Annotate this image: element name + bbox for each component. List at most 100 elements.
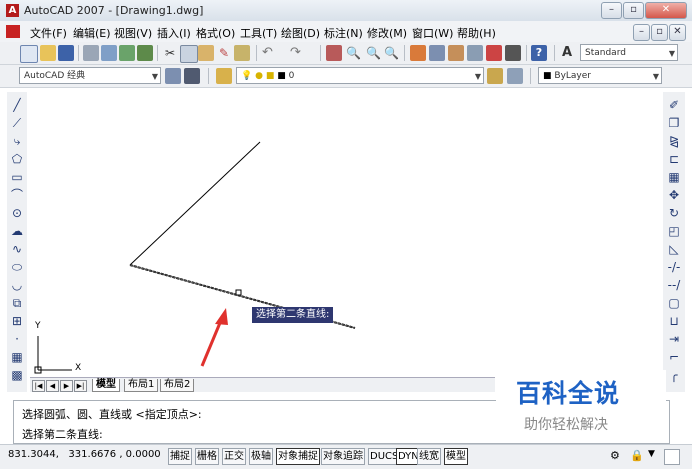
break-at-point-icon[interactable]: ▢ bbox=[667, 296, 681, 310]
circle-icon[interactable]: ⊙ bbox=[10, 206, 24, 220]
maximize-button[interactable]: ▫ bbox=[623, 2, 644, 19]
model-toggle[interactable]: 模型 bbox=[444, 448, 468, 465]
trim-icon[interactable]: -/- bbox=[667, 260, 681, 274]
last-tab-icon[interactable]: ▶| bbox=[74, 380, 87, 392]
menu-file[interactable]: 文件(F) bbox=[30, 25, 67, 41]
snap-toggle[interactable]: 捕捉 bbox=[168, 448, 192, 465]
make-block-icon[interactable]: ⊞ bbox=[10, 314, 24, 328]
menu-view[interactable]: 视图(V) bbox=[114, 25, 152, 41]
menu-format[interactable]: 格式(O) bbox=[196, 25, 235, 41]
communication-center-icon[interactable]: ⚙ bbox=[610, 449, 620, 462]
doc-close-button[interactable]: ✕ bbox=[669, 24, 686, 41]
color-dropdown[interactable]: ■ ByLayer ▼ bbox=[538, 67, 662, 84]
ellipse-arc-icon[interactable]: ◡ bbox=[10, 278, 24, 292]
sheet-set-icon[interactable] bbox=[467, 45, 483, 61]
insert-block-icon[interactable]: ⧉ bbox=[10, 296, 24, 310]
ellipse-icon[interactable]: ⬭ bbox=[10, 260, 24, 274]
copy-object-icon[interactable]: ❐ bbox=[667, 116, 681, 130]
lineweight-toggle[interactable]: 线宽 bbox=[417, 448, 441, 465]
open-icon[interactable] bbox=[40, 45, 56, 61]
text-style-dropdown[interactable]: Standard ▼ bbox=[580, 44, 678, 61]
scale-icon[interactable]: ◰ bbox=[667, 224, 681, 238]
extend-icon[interactable]: --/ bbox=[667, 278, 681, 292]
command-prompt-line[interactable]: 选择第二条直线: bbox=[22, 426, 103, 442]
match-properties-icon[interactable]: ✎ bbox=[216, 45, 232, 61]
make-current-layer-icon[interactable] bbox=[487, 68, 503, 84]
osnap-toggle[interactable]: 对象捕捉 bbox=[276, 448, 320, 465]
close-button[interactable]: ✕ bbox=[645, 2, 687, 19]
tab-layout2[interactable]: 布局2 bbox=[160, 379, 195, 392]
polyline-icon[interactable]: ⤷ bbox=[10, 134, 24, 148]
print-icon[interactable] bbox=[83, 45, 99, 61]
menu-insert[interactable]: 插入(I) bbox=[157, 25, 191, 41]
block-editor-icon[interactable] bbox=[234, 45, 250, 61]
markup-icon[interactable] bbox=[486, 45, 502, 61]
document-icon[interactable] bbox=[6, 25, 20, 38]
help-icon[interactable]: ? bbox=[531, 45, 547, 61]
chamfer-icon[interactable]: ⌐ bbox=[667, 350, 681, 364]
menu-draw[interactable]: 绘图(D) bbox=[281, 25, 320, 41]
revision-cloud-icon[interactable]: ☁ bbox=[10, 224, 24, 238]
cut-icon[interactable]: ✂ bbox=[162, 45, 178, 61]
doc-restore-button[interactable]: ▫ bbox=[651, 24, 668, 41]
pan-icon[interactable] bbox=[326, 45, 342, 61]
clean-screen-icon[interactable] bbox=[664, 449, 680, 465]
break-icon[interactable]: ⊔ bbox=[667, 314, 681, 328]
tool-palettes-icon[interactable] bbox=[448, 45, 464, 61]
autocad-app-icon[interactable]: A bbox=[6, 4, 19, 17]
zoom-window-icon[interactable]: 🔍 bbox=[366, 45, 382, 61]
rotate-icon[interactable]: ↻ bbox=[667, 206, 681, 220]
menu-dimension[interactable]: 标注(N) bbox=[324, 25, 363, 41]
publish-icon[interactable] bbox=[119, 45, 135, 61]
redo-icon[interactable]: ↷ bbox=[290, 45, 306, 61]
minimize-button[interactable]: – bbox=[601, 2, 622, 19]
drawing-area[interactable]: Y X 选择第二条直线: bbox=[30, 88, 663, 378]
hatch-icon[interactable]: ▦ bbox=[10, 350, 24, 364]
paste-icon[interactable] bbox=[198, 45, 214, 61]
tab-layout1[interactable]: 布局1 bbox=[124, 379, 159, 392]
workspace-settings-icon[interactable] bbox=[165, 68, 181, 84]
construction-line-icon[interactable]: ⟋ bbox=[10, 116, 24, 130]
plot-preview-icon[interactable] bbox=[101, 45, 117, 61]
move-icon[interactable]: ✥ bbox=[667, 188, 681, 202]
menu-window[interactable]: 窗口(W) bbox=[412, 25, 453, 41]
mirror-icon[interactable]: ⧎ bbox=[667, 134, 681, 148]
arc-icon[interactable]: ⌒ bbox=[10, 188, 24, 202]
status-menu-arrow-icon[interactable]: ▼ bbox=[648, 449, 655, 459]
zoom-realtime-icon[interactable]: 🔍 bbox=[346, 45, 362, 61]
first-line[interactable] bbox=[129, 141, 261, 266]
ortho-toggle[interactable]: 正交 bbox=[222, 448, 246, 465]
next-tab-icon[interactable]: ▶ bbox=[60, 380, 73, 392]
gradient-icon[interactable]: ▩ bbox=[10, 368, 24, 382]
erase-icon[interactable]: ✐ bbox=[667, 98, 681, 112]
zoom-previous-icon[interactable]: 🔍 bbox=[384, 45, 400, 61]
new-icon[interactable] bbox=[20, 45, 38, 63]
offset-icon[interactable]: ⊏ bbox=[667, 152, 681, 166]
spline-icon[interactable]: ∿ bbox=[10, 242, 24, 256]
doc-minimize-button[interactable]: – bbox=[633, 24, 650, 41]
first-tab-icon[interactable]: |◀ bbox=[32, 380, 45, 392]
otrack-toggle[interactable]: 对象追踪 bbox=[321, 448, 365, 465]
save-workspace-icon[interactable] bbox=[184, 68, 200, 84]
point-icon[interactable]: · bbox=[10, 332, 24, 346]
stretch-icon[interactable]: ◺ bbox=[667, 242, 681, 256]
polar-toggle[interactable]: 极轴 bbox=[249, 448, 273, 465]
properties-icon[interactable] bbox=[410, 45, 426, 61]
copy-icon[interactable] bbox=[180, 45, 198, 63]
line-icon[interactable]: ╱ bbox=[10, 98, 24, 112]
design-center-icon[interactable] bbox=[429, 45, 445, 61]
3d-dwf-icon[interactable] bbox=[137, 45, 153, 61]
menu-edit[interactable]: 编辑(E) bbox=[73, 25, 111, 41]
text-style-icon[interactable]: A bbox=[562, 45, 578, 61]
menu-help[interactable]: 帮助(H) bbox=[457, 25, 496, 41]
rectangle-icon[interactable]: ▭ bbox=[10, 170, 24, 184]
workspace-dropdown[interactable]: AutoCAD 经典 ▼ bbox=[19, 67, 161, 84]
menu-tools[interactable]: 工具(T) bbox=[240, 25, 277, 41]
layer-previous-icon[interactable] bbox=[507, 68, 523, 84]
polygon-icon[interactable]: ⬠ bbox=[10, 152, 24, 166]
lock-toolbar-icon[interactable]: 🔒 bbox=[630, 449, 644, 462]
grid-toggle[interactable]: 栅格 bbox=[195, 448, 219, 465]
join-icon[interactable]: ⇥ bbox=[667, 332, 681, 346]
array-icon[interactable]: ▦ bbox=[667, 170, 681, 184]
layer-manager-icon[interactable] bbox=[216, 68, 232, 84]
